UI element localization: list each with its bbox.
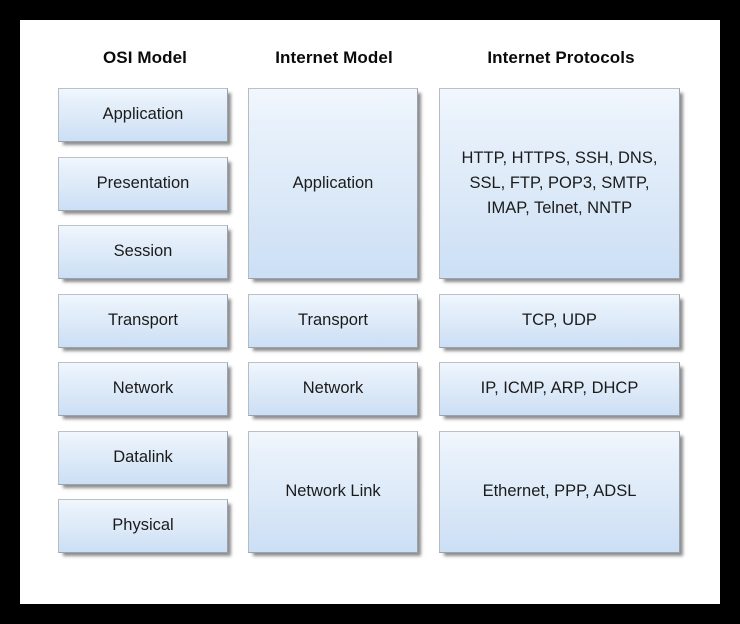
layer-box-osi-model-6: Physical: [58, 499, 228, 553]
layer-box-internet-model-3: Network Link: [248, 430, 418, 553]
layer-box-label: Session: [113, 242, 173, 261]
layer-box-osi-model-3: Transport: [58, 293, 228, 348]
layer-box-osi-model-4: Network: [58, 362, 228, 416]
layer-box-internet-model-0: Application: [248, 88, 418, 279]
layer-box-label: IP, ICMP, ARP, DHCP: [480, 379, 639, 398]
layer-box-internet-protocols-3: Ethernet, PPP, ADSL: [439, 430, 680, 553]
layer-box-label: Physical: [112, 516, 174, 535]
column-header-internet-protocols: Internet Protocols: [487, 48, 635, 67]
column-header-internet-model: Internet Model: [275, 48, 393, 67]
layer-box-internet-protocols-2: IP, ICMP, ARP, DHCP: [439, 362, 680, 416]
layer-box-osi-model-0: Application: [58, 88, 228, 142]
layer-box-label: Transport: [298, 310, 368, 329]
layer-box-label: Network Link: [285, 482, 381, 501]
layer-box-internet-protocols-1: TCP, UDP: [439, 293, 680, 348]
column-header-osi-model: OSI Model: [102, 48, 188, 67]
layer-box-osi-model-2: Session: [58, 225, 228, 279]
layer-box-internet-protocols-0: HTTP, HTTPS, SSH, DNS, SSL, FTP, POP3, S…: [439, 88, 680, 279]
layer-box-label: HTTP, HTTPS, SSH, DNS, SSL, FTP, POP3, S…: [461, 149, 658, 217]
layer-box-label: Network: [302, 379, 364, 398]
layer-box-label: Ethernet, PPP, ADSL: [482, 482, 637, 501]
layer-box-osi-model-1: Presentation: [58, 156, 228, 211]
layer-box-label: Application: [102, 105, 184, 124]
layer-box-internet-model-1: Transport: [248, 293, 418, 348]
layer-box-osi-model-5: Datalink: [58, 430, 228, 485]
outer-frame: OSI Model Internet Model Internet Protoc…: [0, 0, 740, 624]
layer-box-label: Transport: [108, 310, 178, 329]
layer-box-label: Network: [112, 379, 174, 398]
layer-box-label: Application: [292, 174, 374, 193]
layer-box-label: Datalink: [113, 447, 173, 466]
diagram-canvas: OSI Model Internet Model Internet Protoc…: [20, 20, 720, 604]
layer-box-internet-model-2: Network: [248, 362, 418, 416]
layer-box-label: TCP, UDP: [522, 310, 597, 329]
layer-box-label: Presentation: [96, 173, 190, 192]
